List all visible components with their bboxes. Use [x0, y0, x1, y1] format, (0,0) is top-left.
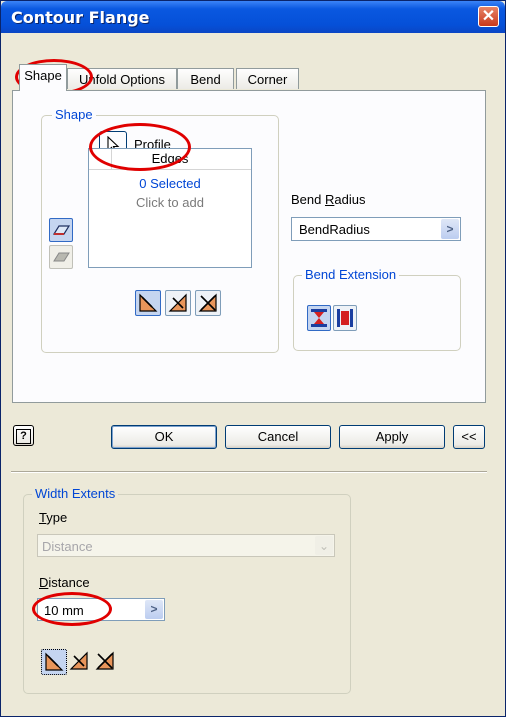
type-dropdown-value: Distance — [42, 539, 93, 554]
tab-bend-label: Bend — [190, 72, 221, 87]
ok-label: OK — [154, 429, 174, 444]
edges-selected-count: 0 Selected — [139, 176, 201, 191]
bend-extension-perpendicular-icon — [337, 309, 353, 327]
bend-extension-aligned-icon — [311, 309, 327, 327]
direction-symmetric-button[interactable] — [195, 290, 221, 316]
edges-header-label: Edges — [151, 151, 189, 166]
close-icon: ✕ — [481, 8, 496, 25]
tab-unfold-options-label: Unfold Options — [79, 72, 165, 87]
apply-label: Apply — [375, 429, 409, 444]
edges-list[interactable]: Edges 0 Selected Click to add — [88, 148, 252, 268]
tab-corner-label: Corner — [247, 72, 288, 87]
help-icon: ? — [16, 429, 31, 444]
direction-side-2-icon — [168, 293, 187, 312]
tab-unfold-options[interactable]: Unfold Options — [67, 68, 177, 89]
bend-extension-title: Bend Extension — [302, 267, 400, 282]
direction-symmetric-icon — [95, 651, 114, 670]
type-dropdown[interactable]: Distance ⌄ — [37, 534, 335, 557]
collapse-button[interactable]: << — [453, 425, 485, 449]
bend-extension-aligned-button[interactable] — [307, 305, 331, 331]
direction-side-2-button[interactable] — [165, 290, 191, 316]
chevron-down-icon[interactable]: ⌄ — [315, 536, 333, 555]
eraser-icon — [52, 225, 71, 235]
width-direction-side-2-button[interactable] — [67, 649, 93, 675]
chevron-right-icon: > — [446, 222, 454, 236]
separator — [11, 471, 487, 473]
bend-radius-flyout-button[interactable]: > — [441, 219, 459, 239]
distance-input[interactable]: 10 mm > — [37, 598, 165, 621]
direction-side-1-icon — [45, 652, 64, 671]
tab-shape[interactable]: Shape — [19, 64, 67, 91]
close-button[interactable]: ✕ — [478, 6, 499, 27]
tab-corner[interactable]: Corner — [236, 68, 299, 89]
contour-flange-dialog: Contour Flange ✕ Shape Unfold Options Be… — [0, 0, 506, 717]
tab-shape-label: Shape — [24, 68, 62, 83]
edge-select-button[interactable] — [49, 218, 73, 242]
apply-button[interactable]: Apply — [339, 425, 445, 449]
type-label: Type — [39, 510, 68, 525]
face-select-button[interactable] — [49, 245, 73, 269]
ok-button[interactable]: OK — [111, 425, 217, 449]
chevron-right-icon: > — [150, 602, 158, 616]
bend-radius-input[interactable]: BendRadius > — [291, 217, 461, 241]
bend-radius-label: Bend Radius — [291, 192, 366, 207]
title-bar[interactable]: Contour Flange ✕ — [1, 1, 505, 33]
shape-group-title: Shape — [52, 107, 96, 122]
cancel-button[interactable]: Cancel — [225, 425, 331, 449]
distance-value: 10 mm — [44, 603, 84, 618]
collapse-icon: << — [461, 429, 477, 444]
direction-side-1-icon — [139, 293, 158, 312]
direction-symmetric-icon — [198, 293, 217, 312]
window-title: Contour Flange — [11, 8, 150, 27]
width-direction-symmetric-button[interactable] — [93, 649, 119, 675]
bend-radius-value: BendRadius — [299, 222, 370, 237]
width-direction-side-1-button[interactable] — [41, 649, 67, 675]
direction-side-1-button[interactable] — [135, 290, 161, 316]
tab-bend[interactable]: Bend — [177, 68, 234, 89]
direction-side-2-icon — [69, 651, 88, 670]
help-button[interactable]: ? — [13, 425, 34, 446]
width-extents-title: Width Extents — [32, 486, 119, 501]
edges-header: Edges — [89, 149, 251, 170]
distance-flyout-button[interactable]: > — [145, 600, 163, 619]
cancel-label: Cancel — [257, 429, 299, 444]
edges-hint: Click to add — [136, 195, 204, 210]
face-icon — [53, 252, 70, 262]
column-separator — [111, 149, 112, 169]
bend-extension-perpendicular-button[interactable] — [333, 305, 357, 331]
distance-label: Distance — [39, 575, 90, 590]
